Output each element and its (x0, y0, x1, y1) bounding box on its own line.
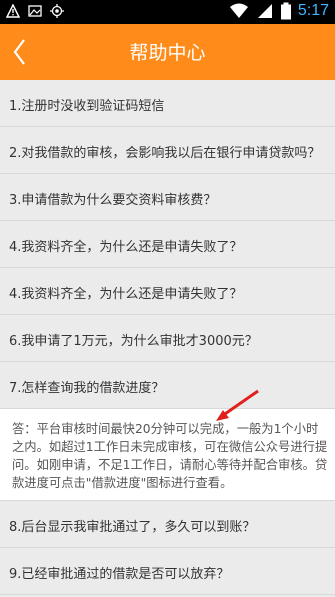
faq-question: 6.我申请了1万元，为什么审批才3000元？ (9, 334, 258, 349)
answer-text: 答：平台审核时间最快20分钟可以完成，一般为1个小时之内。如超过1工作日未完成审… (12, 422, 328, 490)
faq-question: 2.对我借款的审核，会影响我以后在银行申请贷款吗？ (9, 146, 321, 161)
page-title: 帮助中心 (129, 42, 206, 64)
signal-icon (257, 4, 272, 18)
battery-icon (280, 2, 291, 20)
faq-answer: 答：平台审核时间最快20分钟可以完成，一般为1个小时之内。如超过1工作日未完成审… (0, 409, 335, 501)
faq-question: 4.我资料齐全，为什么还是申请失败了？ (9, 287, 243, 302)
status-bar: 5:17 (0, 0, 335, 24)
faq-item[interactable]: 6.我申请了1万元，为什么审批才3000元？ (0, 315, 335, 362)
faq-item[interactable]: 2.对我借款的审核，会影响我以后在银行申请贷款吗？ (0, 127, 335, 174)
faq-item[interactable]: 3.申请借款为什么要交资料审核费？ (0, 174, 335, 221)
faq-item[interactable]: 8.后台显示我审批通过了，多久可以到账？ (0, 501, 335, 548)
red-arrow-annotation (216, 389, 259, 421)
faq-question: 1.注册时没收到验证码短信 (9, 99, 165, 114)
faq-list: 1.注册时没收到验证码短信 2.对我借款的审核，会影响我以后在银行申请贷款吗？ … (0, 80, 335, 595)
faq-item[interactable]: 9.已经审批通过的借款是否可以放弃？ (0, 548, 335, 595)
faq-question: 3.申请借款为什么要交资料审核费？ (9, 193, 217, 208)
faq-item[interactable]: 7.怎样查询我的借款进度？ (0, 362, 335, 409)
faq-question: 9.已经审批通过的借款是否可以放弃？ (9, 567, 230, 582)
faq-item[interactable]: 4.我资料齐全，为什么还是申请失败了？ (0, 221, 335, 268)
image-icon (28, 5, 42, 17)
faq-question: 7.怎样查询我的借款进度？ (9, 381, 165, 396)
app-header: 帮助中心 (0, 24, 335, 80)
faq-item[interactable]: 4.我资料齐全，为什么还是申请失败了？ (0, 268, 335, 315)
faq-question: 4.我资料齐全，为什么还是申请失败了？ (9, 240, 243, 255)
faq-question: 8.后台显示我审批通过了，多久可以到账？ (9, 520, 256, 535)
faq-item[interactable]: 1.注册时没收到验证码短信 (0, 80, 335, 127)
warning-icon (6, 4, 20, 18)
clock: 5:17 (297, 2, 329, 19)
wifi-icon (229, 3, 248, 18)
gps-icon (50, 4, 64, 18)
